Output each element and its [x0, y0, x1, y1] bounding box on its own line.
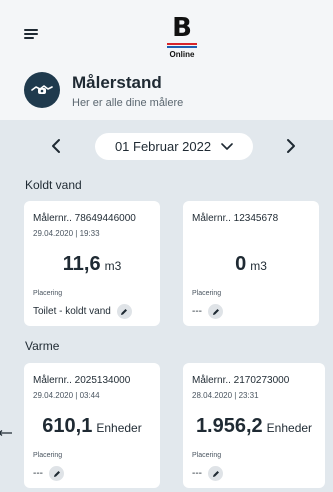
meter-card[interactable]: Målernr.. 2025134000 29.04.2020 | 03:44 …: [24, 363, 160, 488]
placement-text: Toilet - koldt vand: [33, 306, 111, 317]
placement-value: ---: [192, 304, 223, 319]
placement-label: Placering: [192, 452, 222, 459]
meter-date: 28.04.2020 | 23:31: [192, 391, 259, 400]
placement-text: ---: [33, 468, 43, 479]
chevron-left-icon[interactable]: [47, 136, 67, 156]
meter-number: Målernr.. 2170273000: [192, 375, 290, 386]
hamburger-menu-icon[interactable]: [24, 29, 38, 40]
meter-icon: [24, 72, 60, 108]
placement-value: Toilet - koldt vand: [33, 304, 132, 319]
meter-number: Målernr.. 78649446000: [33, 213, 136, 224]
placement-label: Placering: [33, 452, 63, 459]
meter-card[interactable]: Målernr.. 78649446000 29.04.2020 | 19:33…: [24, 201, 160, 326]
app-header: B Online Målerstand Her er alle dine mål…: [0, 0, 333, 120]
meter-number: Målernr.. 2025134000: [33, 375, 131, 386]
meter-card[interactable]: Målernr.. 12345678 0 m3 Placering ---: [183, 201, 319, 326]
placement-text: ---: [192, 468, 202, 479]
page-subtitle: Her er alle dine målere: [72, 97, 184, 109]
meter-value: 0 m3: [183, 253, 319, 276]
placement-value: ---: [33, 466, 64, 481]
value-unit: Enheder: [96, 421, 142, 435]
page-title: Målerstand: [72, 73, 162, 92]
meter-date: 29.04.2020 | 03:44: [33, 391, 100, 400]
meter-value: 610,1 Enheder: [24, 415, 160, 438]
meter-value: 11,6 m3: [24, 253, 160, 276]
placement-text: ---: [192, 306, 202, 317]
chevron-right-icon[interactable]: [280, 136, 300, 156]
chevron-down-icon: [221, 142, 233, 150]
date-navigation: 01 Februar 2022: [0, 130, 333, 162]
arrow-left-icon: [0, 430, 12, 436]
date-selector[interactable]: 01 Februar 2022: [95, 133, 253, 160]
value-unit: m3: [250, 259, 267, 273]
value-number: 0: [235, 253, 247, 275]
placement-value: ---: [192, 466, 223, 481]
brand-logo: B Online: [167, 14, 197, 60]
logo-letter: B: [172, 13, 192, 43]
date-label: 01 Februar 2022: [114, 139, 212, 154]
logo-subtext: Online: [169, 50, 195, 59]
pencil-icon[interactable]: [208, 304, 223, 319]
logo-red-line: [167, 43, 197, 45]
meter-value: 1.956,2 Enheder: [183, 415, 325, 438]
value-unit: m3: [104, 259, 122, 273]
value-unit: Enheder: [266, 421, 313, 435]
pencil-icon[interactable]: [49, 466, 64, 481]
pencil-icon[interactable]: [116, 304, 132, 319]
meter-number: Målernr.. 12345678: [192, 213, 279, 224]
meter-card[interactable]: Målernr.. 2170273000 28.04.2020 | 23:31 …: [183, 363, 325, 488]
value-number: 610,1: [42, 415, 93, 437]
pencil-icon[interactable]: [208, 466, 223, 481]
placement-label: Placering: [33, 290, 63, 297]
section-label-koldt-vand: Koldt vand: [25, 178, 82, 192]
value-number: 1.956,2: [195, 415, 263, 437]
value-number: 11,6: [62, 253, 101, 275]
logo-blue-line: [167, 46, 197, 48]
section-label-varme: Varme: [25, 339, 60, 353]
meter-date: 29.04.2020 | 19:33: [33, 229, 100, 238]
placement-label: Placering: [192, 290, 222, 297]
